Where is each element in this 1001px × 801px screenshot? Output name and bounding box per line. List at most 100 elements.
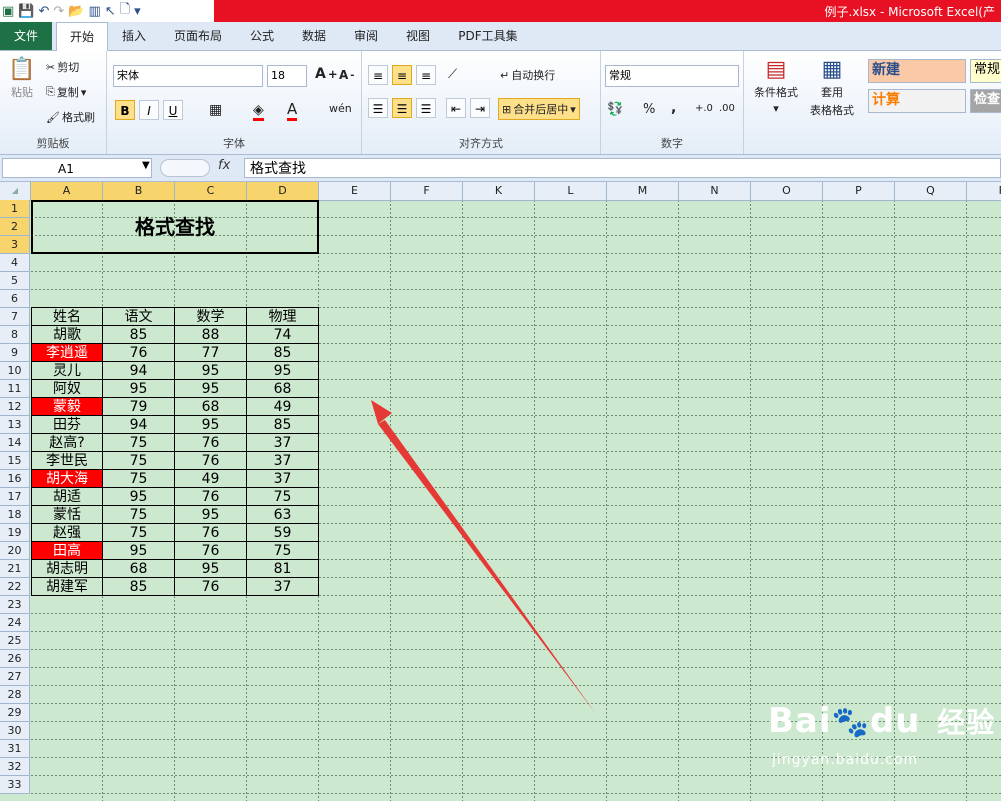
score-cell[interactable]: 75: [103, 452, 175, 470]
name-cell[interactable]: 胡建军: [31, 578, 103, 596]
score-cell[interactable]: 95: [175, 560, 247, 578]
score-cell[interactable]: 59: [247, 524, 319, 542]
align-right-button[interactable]: ☰: [416, 98, 436, 118]
conditional-formatting-button[interactable]: ▤ 条件格式 ▾: [748, 57, 804, 115]
cut-button[interactable]: ✂ 剪切: [46, 59, 79, 75]
score-cell[interactable]: 77: [175, 344, 247, 362]
score-cell[interactable]: 68: [103, 560, 175, 578]
score-cell[interactable]: 95: [175, 506, 247, 524]
underline-button[interactable]: U: [163, 100, 183, 120]
row-header-22[interactable]: 22: [0, 578, 30, 596]
name-cell[interactable]: 阿奴: [31, 380, 103, 398]
column-header-l[interactable]: L: [535, 182, 607, 200]
score-cell[interactable]: 79: [103, 398, 175, 416]
score-cell[interactable]: 94: [103, 416, 175, 434]
row-header-29[interactable]: 29: [0, 704, 30, 722]
align-bottom-button[interactable]: ≡: [416, 65, 436, 85]
score-cell[interactable]: 95: [103, 380, 175, 398]
merged-title-cell[interactable]: 格式查找: [31, 200, 319, 254]
score-cell[interactable]: 37: [247, 578, 319, 596]
score-cell[interactable]: 76: [175, 434, 247, 452]
score-cell[interactable]: 75: [103, 434, 175, 452]
row-header-20[interactable]: 20: [0, 542, 30, 560]
score-cell[interactable]: 81: [247, 560, 319, 578]
score-cell[interactable]: 85: [247, 344, 319, 362]
comma-button[interactable]: ,: [671, 100, 676, 116]
score-cell[interactable]: 75: [247, 542, 319, 560]
row-header-24[interactable]: 24: [0, 614, 30, 632]
row-header-2[interactable]: 2: [0, 218, 30, 236]
grow-font-button[interactable]: A +: [315, 66, 338, 82]
chevron-down-icon[interactable]: ▼: [142, 160, 150, 171]
name-cell[interactable]: 赵强: [31, 524, 103, 542]
row-header-11[interactable]: 11: [0, 380, 30, 398]
row-header-1[interactable]: 1: [0, 200, 30, 218]
align-middle-button[interactable]: ≡: [392, 65, 412, 85]
score-cell[interactable]: 95: [247, 362, 319, 380]
open-icon[interactable]: 📂: [68, 4, 84, 19]
shrink-font-button[interactable]: A-: [339, 68, 354, 82]
score-cell[interactable]: 94: [103, 362, 175, 380]
row-header-15[interactable]: 15: [0, 452, 30, 470]
row-header-27[interactable]: 27: [0, 668, 30, 686]
score-cell[interactable]: 95: [103, 542, 175, 560]
row-header-21[interactable]: 21: [0, 560, 30, 578]
name-cell[interactable]: 田高: [31, 542, 103, 560]
score-cell[interactable]: 95: [175, 416, 247, 434]
font-color-button[interactable]: A: [287, 100, 298, 121]
orientation-button[interactable]: ⟋: [448, 67, 457, 82]
tab-file[interactable]: 文件: [0, 22, 52, 50]
tab-formulas[interactable]: 公式: [240, 22, 284, 50]
tab-review[interactable]: 审阅: [344, 22, 388, 50]
row-header-16[interactable]: 16: [0, 470, 30, 488]
score-cell[interactable]: 95: [175, 380, 247, 398]
redo-icon[interactable]: ↷: [53, 4, 64, 19]
font-name-select[interactable]: 宋体: [113, 65, 263, 87]
score-cell[interactable]: 75: [103, 470, 175, 488]
score-cell[interactable]: 76: [175, 488, 247, 506]
row-header-32[interactable]: 32: [0, 758, 30, 776]
name-cell[interactable]: 胡歌: [31, 326, 103, 344]
name-cell[interactable]: 田芬: [31, 416, 103, 434]
row-header-17[interactable]: 17: [0, 488, 30, 506]
tab-view[interactable]: 视图: [396, 22, 440, 50]
score-cell[interactable]: 76: [175, 542, 247, 560]
score-cell[interactable]: 95: [103, 488, 175, 506]
row-header-25[interactable]: 25: [0, 632, 30, 650]
row-header-7[interactable]: 7: [0, 308, 30, 326]
row-header-33[interactable]: 33: [0, 776, 30, 794]
name-cell[interactable]: 胡适: [31, 488, 103, 506]
copy-button[interactable]: ⎘ 复制 ▾: [46, 84, 86, 100]
row-header-12[interactable]: 12: [0, 398, 30, 416]
row-header-18[interactable]: 18: [0, 506, 30, 524]
name-cell[interactable]: 蒙毅: [31, 398, 103, 416]
font-size-select[interactable]: 18: [267, 65, 307, 87]
score-cell[interactable]: 76: [175, 578, 247, 596]
column-header-e[interactable]: E: [319, 182, 391, 200]
column-header-p[interactable]: P: [823, 182, 895, 200]
percent-button[interactable]: %: [643, 102, 655, 117]
number-format-select[interactable]: 常规: [605, 65, 739, 87]
column-header-o[interactable]: O: [751, 182, 823, 200]
column-header-k[interactable]: K: [463, 182, 535, 200]
column-header-f[interactable]: F: [391, 182, 463, 200]
align-top-button[interactable]: ≡: [368, 65, 388, 85]
format-painter-button[interactable]: 🖌 格式刷: [46, 109, 95, 125]
score-cell[interactable]: 68: [175, 398, 247, 416]
column-header-b[interactable]: B: [103, 182, 175, 200]
align-center-button[interactable]: ☰: [392, 98, 412, 118]
name-cell[interactable]: 赵高?: [31, 434, 103, 452]
score-cell[interactable]: 76: [103, 344, 175, 362]
row-header-26[interactable]: 26: [0, 650, 30, 668]
row-header-30[interactable]: 30: [0, 722, 30, 740]
name-box[interactable]: A1: [2, 158, 152, 178]
name-cell[interactable]: 胡志明: [31, 560, 103, 578]
merge-center-button[interactable]: ⊞ 合并后居中 ▾: [498, 98, 580, 120]
cell-style-new[interactable]: 新建: [868, 59, 966, 83]
score-cell[interactable]: 76: [175, 452, 247, 470]
phonetic-button[interactable]: wén: [329, 102, 352, 115]
score-cell[interactable]: 49: [247, 398, 319, 416]
score-cell[interactable]: 85: [247, 416, 319, 434]
align-left-button[interactable]: ☰: [368, 98, 388, 118]
score-cell[interactable]: 37: [247, 470, 319, 488]
